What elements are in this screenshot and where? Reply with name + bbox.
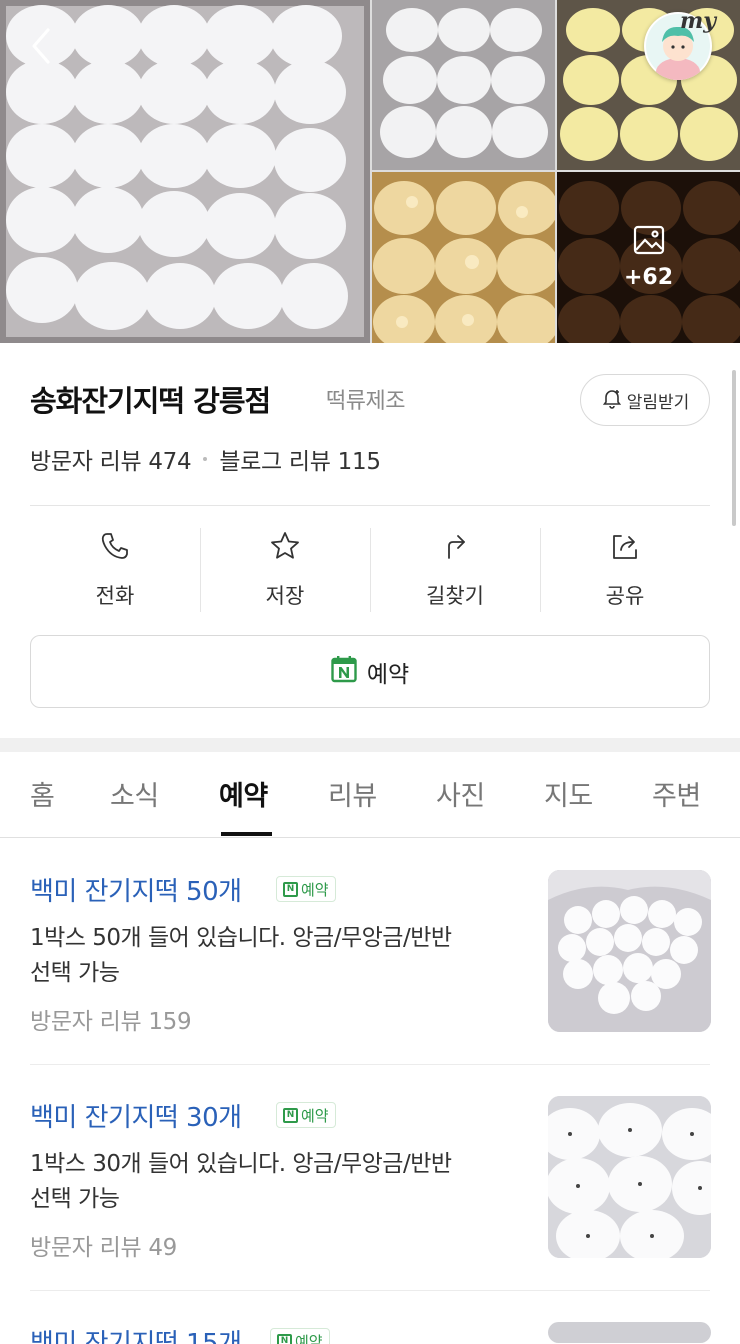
more-photos-overlay[interactable]: +62 [557,172,740,343]
place-category: 떡류제조 [326,389,405,414]
naver-n-icon: N [283,1107,298,1123]
image-icon [633,225,665,255]
tab-photos[interactable]: 사진 [436,774,485,813]
badge-label: 예약 [301,1106,329,1125]
booking-badge: N 예약 [276,1102,336,1128]
more-photos-count: +62 [623,265,674,290]
action-bar: 전화 저장 길찾기 공유 [30,528,710,614]
badge-label: 예약 [295,1332,323,1344]
call-label: 전화 [95,584,135,608]
naver-n-icon: N [277,1333,292,1344]
gallery-photo-4[interactable] [372,172,555,343]
item-description: 1박스 50개 들어 있습니다. 앙금/무앙금/반반 선택 가능 [30,921,510,991]
description-line: 선택 가능 [30,1186,120,1212]
photo-gallery[interactable]: +62 my [0,0,740,343]
tab-nearby[interactable]: 주변 [652,774,701,813]
description-line: 선택 가능 [30,960,120,986]
item-thumbnail[interactable] [548,1096,711,1258]
naver-booking-icon [331,655,357,689]
booking-badge: N 예약 [276,876,336,902]
item-thumbnail[interactable] [548,870,711,1032]
tab-reviews[interactable]: 리뷰 [328,774,377,813]
tab-home[interactable]: 홈 [30,774,55,813]
active-tab-indicator [221,832,272,836]
review-summary: 방문자 리뷰 474 블로그 리뷰 115 [30,442,381,476]
directions-label: 길찾기 [426,584,484,608]
section-gap [0,738,740,752]
share-icon [609,528,641,566]
bell-plus-icon [601,387,623,414]
call-button[interactable]: 전화 [30,528,200,614]
directions-button[interactable]: 길찾기 [370,528,540,614]
chevron-left-icon [24,28,60,74]
item-thumbnail[interactable] [548,1322,711,1343]
scrollbar-thumb[interactable] [732,370,736,526]
reserve-button[interactable]: 예약 [30,635,710,708]
description-line: 1박스 30개 들어 있습니다. 앙금/무앙금/반반 [30,1151,452,1177]
back-button[interactable] [24,22,60,70]
list-divider [30,1290,710,1291]
save-label: 저장 [265,584,305,608]
directions-icon [439,528,471,566]
item-title[interactable]: 백미 잔기지떡 30개 [30,1097,242,1134]
badge-label: 예약 [301,880,329,899]
tab-bar: 홈 소식 예약 리뷰 사진 지도 주변 [0,752,740,838]
share-label: 공유 [605,584,645,608]
naver-n-icon: N [283,881,298,897]
separator-dot [203,457,208,461]
notify-button[interactable]: 알림받기 [580,374,710,426]
blog-reviews-link[interactable]: 블로그 리뷰 115 [219,442,381,476]
reserve-button-label: 예약 [366,661,410,688]
divider [30,505,710,506]
save-button[interactable]: 저장 [200,528,370,614]
tab-reservation[interactable]: 예약 [219,774,268,813]
gallery-photo-more[interactable]: +62 [557,172,740,343]
place-name: 송화잔기지떡 강릉점 [30,384,271,418]
item-description: 1박스 30개 들어 있습니다. 앙금/무앙금/반반 선택 가능 [30,1147,510,1217]
booking-badge: N 예약 [270,1328,330,1344]
tab-news[interactable]: 소식 [110,774,159,813]
item-review-count: 방문자 리뷰 159 [30,1009,192,1035]
description-line: 1박스 50개 들어 있습니다. 앙금/무앙금/반반 [30,925,452,951]
item-title[interactable]: 백미 잔기지떡 50개 [30,871,242,908]
phone-icon [99,528,131,566]
share-button[interactable]: 공유 [540,528,710,614]
star-icon [269,528,301,566]
tab-map[interactable]: 지도 [544,774,593,813]
my-label: my [680,8,717,34]
item-review-count: 방문자 리뷰 49 [30,1235,177,1261]
notify-button-label: 알림받기 [626,392,690,413]
item-title[interactable]: 백미 잔기지떡 15개 [30,1323,242,1344]
list-divider [30,1064,710,1065]
visitor-reviews-link[interactable]: 방문자 리뷰 474 [30,442,192,476]
gallery-photo-2[interactable] [372,0,555,170]
